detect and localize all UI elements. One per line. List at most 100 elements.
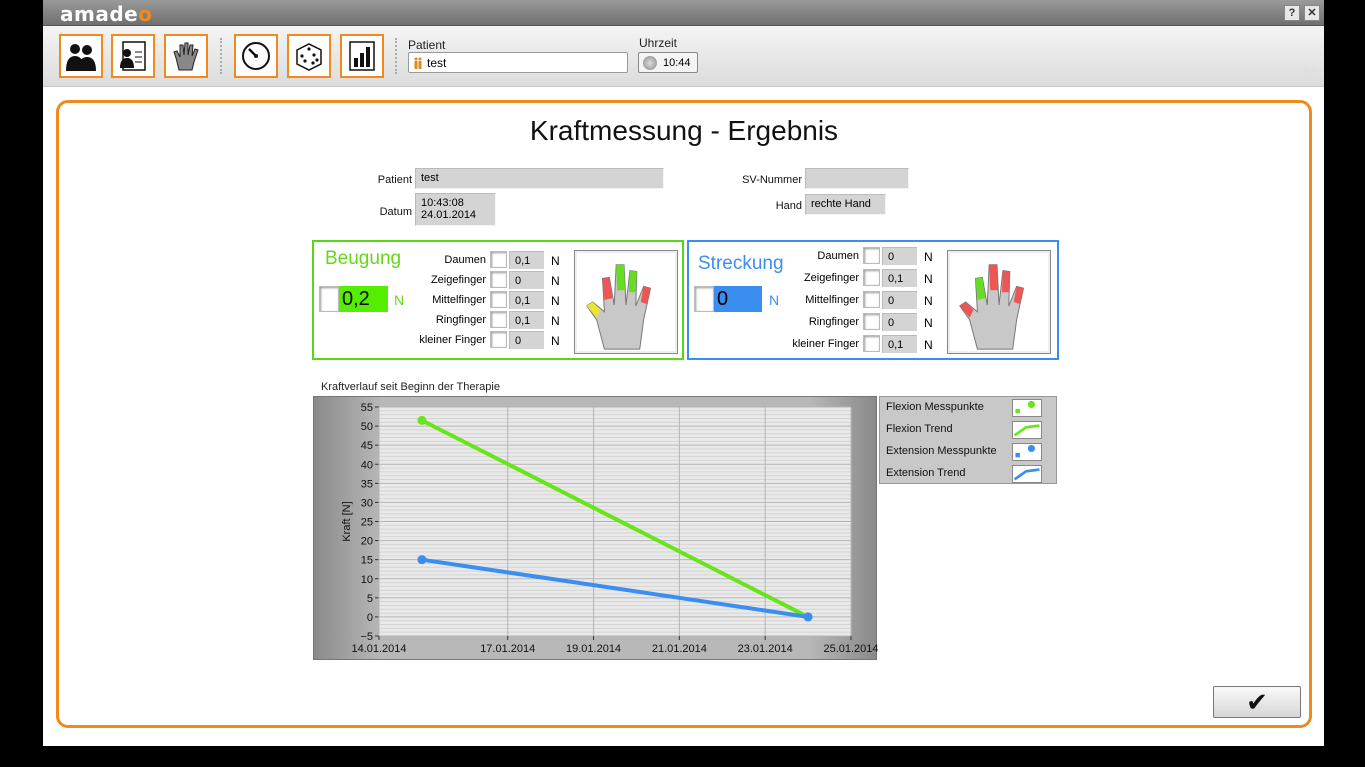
date-label: Datum (379, 206, 412, 218)
finger-value: 0,1 (882, 269, 917, 287)
application-window: amadeo ? ✕ Patient test Uhrzeit 10:44 v … (43, 0, 1324, 746)
result-panel: Kraftmessung - Ergebnis Patient test Dat… (56, 100, 1312, 728)
x-tick-label: 14.01.2014 (351, 643, 406, 655)
title-bar: amadeo ? ✕ (43, 0, 1324, 26)
finger-label: Ringfinger (808, 316, 859, 328)
users-icon (66, 44, 96, 71)
finger-unit: N (551, 274, 560, 288)
chart-caption: Kraftverlauf seit Beginn der Therapie (321, 381, 500, 393)
finger-value: 0 (509, 271, 544, 289)
legend-swatch-extension-trend[interactable] (1012, 465, 1042, 483)
finger-unit: N (924, 316, 933, 330)
app-logo: amadeo (60, 2, 153, 26)
patients-button[interactable] (59, 34, 103, 78)
time-label: Uhrzeit (639, 36, 678, 50)
flexion-hand-image (574, 250, 678, 354)
x-tick-label: 17.01.2014 (480, 643, 535, 655)
x-tick-label: 19.01.2014 (566, 643, 621, 655)
extension-hand-image (947, 250, 1051, 354)
page-title: Kraftmessung - Ergebnis (529, 115, 839, 146)
finger-value: 0 (882, 313, 917, 331)
hand-button[interactable] (164, 34, 208, 78)
finger-label: kleiner Finger (419, 334, 486, 346)
finger-value: 0 (882, 247, 917, 265)
y-axis-label: Kraft [N] (341, 501, 353, 541)
legend-dot-icon (1015, 444, 1035, 458)
patient-field[interactable]: test (408, 52, 628, 73)
legend-label-extension-points: Extension Messpunkte (886, 445, 997, 457)
finger-checkbox[interactable] (863, 269, 880, 286)
date-value: 10:43:08 24.01.2014 (415, 193, 496, 226)
finger-unit: N (551, 334, 560, 348)
timer-button[interactable] (234, 34, 278, 78)
finger-label: Mittelfinger (805, 294, 859, 306)
hand-icon (586, 264, 652, 350)
finger-checkbox[interactable] (490, 271, 507, 288)
y-tick-label: 5 (367, 593, 373, 605)
finger-label: kleiner Finger (792, 338, 859, 350)
finger-value: 0,1 (882, 335, 917, 353)
finger-unit: N (551, 314, 560, 328)
y-tick-label: 50 (361, 421, 373, 433)
finger-checkbox[interactable] (490, 251, 507, 268)
legend-swatch-flexion-trend[interactable] (1012, 421, 1042, 439)
finger-unit: N (924, 250, 933, 264)
hand-icon (959, 264, 1025, 350)
finger-checkbox[interactable] (863, 291, 880, 308)
finger-value: 0,1 (509, 251, 544, 269)
legend-dot-icon (1015, 400, 1035, 414)
dice-button[interactable] (287, 34, 331, 78)
finger-checkbox[interactable] (490, 311, 507, 328)
y-tick-label: 30 (361, 497, 373, 509)
toolbar: Patient test Uhrzeit 10:44 v 2.3 (43, 26, 1324, 87)
results-button[interactable] (340, 34, 384, 78)
finger-checkbox[interactable] (863, 247, 880, 264)
x-tick-label: 25.01.2014 (823, 643, 878, 655)
finger-value: 0,1 (509, 291, 544, 309)
finger-unit: N (551, 294, 560, 308)
finger-unit: N (924, 272, 933, 286)
legend-swatch-extension-points[interactable] (1012, 443, 1042, 461)
date-time: 10:43:08 (421, 197, 464, 209)
finger-unit: N (924, 294, 933, 308)
finger-checkbox[interactable] (863, 313, 880, 330)
finger-unit: N (551, 254, 560, 268)
y-tick-label: −5 (360, 631, 373, 643)
force-chart: −5 0 5 10 15 20 25 30 35 40 45 50 55 14.01.2014 17.01.… (313, 396, 878, 660)
extension-box: Streckung 0 N Daumen 0 N Zeigefinger 0,1 N Mit… (687, 240, 1059, 360)
patient-name: test (427, 56, 447, 70)
x-tick-label: 23.01.2014 (738, 643, 793, 655)
finger-label: Daumen (444, 254, 486, 266)
finger-value: 0,1 (509, 311, 544, 329)
y-tick-label: 35 (361, 478, 373, 490)
finger-checkbox[interactable] (490, 291, 507, 308)
legend-line-icon (1013, 468, 1040, 481)
help-button[interactable]: ? (1284, 5, 1300, 21)
flexion-total-checkbox[interactable] (319, 286, 339, 312)
extension-total-checkbox[interactable] (694, 286, 714, 312)
finger-label: Zeigefinger (803, 272, 859, 284)
y-tick-label: 25 (361, 517, 373, 529)
sv-number-label: SV-Nummer (742, 174, 802, 186)
finger-label: Daumen (817, 250, 859, 262)
finger-label: Zeigefinger (430, 274, 486, 286)
finger-checkbox[interactable] (863, 335, 880, 352)
patient-info-label: Patient (377, 174, 412, 186)
finger-label: Mittelfinger (432, 294, 486, 306)
legend-label-flexion-points: Flexion Messpunkte (886, 401, 984, 413)
finger-value: 0 (509, 331, 544, 349)
patient-label: Patient (408, 38, 446, 52)
legend-swatch-flexion-points[interactable] (1012, 399, 1042, 417)
hand-label: Hand (775, 200, 802, 212)
finger-checkbox[interactable] (490, 331, 507, 348)
close-button[interactable]: ✕ (1304, 5, 1320, 21)
clock-icon (643, 56, 657, 70)
y-tick-label: 45 (361, 440, 373, 452)
chart-legend: Flexion Messpunkte Flexion Trend Extensi… (879, 396, 1057, 484)
timer-icon (242, 42, 270, 70)
patient-record-button[interactable] (111, 34, 155, 78)
finger-label: Ringfinger (435, 314, 486, 326)
confirm-button[interactable]: ✔ (1213, 686, 1301, 718)
legend-label-flexion-trend: Flexion Trend (886, 423, 953, 435)
flexion-box: Beugung 0,2 N Daumen 0,1 N Zeigefinger 0 N Mit… (312, 240, 684, 360)
